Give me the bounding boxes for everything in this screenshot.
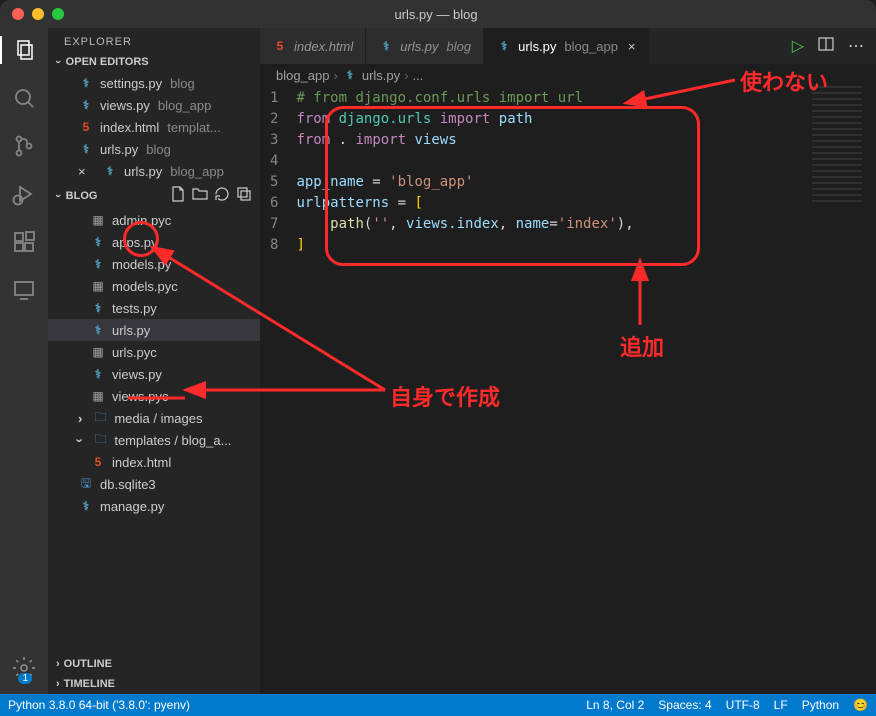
open-editors-header[interactable]: OPEN EDITORS — [48, 52, 260, 72]
tree-item[interactable]: ▦views.pyc — [48, 385, 260, 407]
status-encoding[interactable]: UTF-8 — [726, 698, 760, 712]
traffic-lights — [12, 8, 64, 20]
close-window-button[interactable] — [12, 8, 24, 20]
tree-item-active[interactable]: ⚕urls.py — [48, 319, 260, 341]
python-icon: ⚕ — [78, 75, 94, 91]
tabs: 5index.html ⚕urls.pyblog ⚕urls.pyblog_ap… — [260, 28, 876, 64]
breadcrumb-seg[interactable]: ... — [412, 68, 423, 83]
tab-urls-blog[interactable]: ⚕urls.pyblog — [366, 28, 484, 64]
python-icon: ⚕ — [496, 38, 512, 54]
sidebar-title: EXPLORER — [48, 28, 260, 52]
python-icon: ⚕ — [90, 256, 106, 272]
html-icon: 5 — [78, 119, 94, 135]
open-editors-list: ⚕settings.pyblog ⚕views.pyblog_app 5inde… — [48, 72, 260, 182]
settings-gear-icon[interactable]: 1 — [10, 654, 38, 682]
python-icon: ⚕ — [378, 38, 394, 54]
code-lines[interactable]: # from django.conf.urls import url from … — [296, 88, 876, 256]
sidebar: EXPLORER OPEN EDITORS ⚕settings.pyblog ⚕… — [48, 28, 260, 694]
split-editor-icon[interactable] — [818, 36, 834, 57]
new-folder-icon[interactable] — [192, 186, 208, 205]
tree-item[interactable]: 5index.html — [48, 451, 260, 473]
pyc-icon: ▦ — [90, 344, 106, 360]
run-icon[interactable]: ▷ — [792, 36, 804, 56]
python-icon: ⚕ — [78, 97, 94, 113]
line-numbers: 12345678 — [260, 88, 296, 256]
python-icon: ⚕ — [78, 141, 94, 157]
tree-item[interactable]: ⚕models.py — [48, 253, 260, 275]
python-icon: ⚕ — [90, 234, 106, 250]
folder-root-header[interactable]: BLOG — [48, 182, 260, 209]
more-actions-icon[interactable]: ⋯ — [848, 36, 864, 56]
open-editors-label: OPEN EDITORS — [66, 56, 149, 68]
source-control-icon[interactable] — [10, 132, 38, 160]
explorer-icon[interactable] — [0, 36, 48, 64]
collapse-all-icon[interactable] — [236, 186, 252, 205]
python-icon: ⚕ — [102, 163, 118, 179]
tab-urls-blog-app[interactable]: ⚕urls.pyblog_app× — [484, 28, 648, 64]
root-label: BLOG — [66, 190, 98, 202]
python-icon: ⚕ — [90, 322, 106, 338]
tab-index-html[interactable]: 5index.html — [260, 28, 366, 64]
html-icon: 5 — [272, 38, 288, 54]
status-interpreter[interactable]: Python 3.8.0 64-bit ('3.8.0': pyenv) — [8, 698, 190, 712]
breadcrumb-seg[interactable]: blog_app — [276, 68, 330, 83]
tree-item[interactable]: ▦models.pyc — [48, 275, 260, 297]
settings-badge: 1 — [18, 673, 32, 684]
breadcrumb[interactable]: blog_app› ⚕urls.py› ... — [260, 64, 876, 86]
refresh-icon[interactable] — [214, 186, 230, 205]
activity-bar: 1 — [0, 28, 48, 694]
folder-icon: 🗀 — [92, 410, 108, 426]
window-title: urls.py — blog — [64, 7, 808, 22]
open-editor-item[interactable]: 5index.htmltemplat... — [48, 116, 260, 138]
status-cursor-pos[interactable]: Ln 8, Col 2 — [586, 698, 644, 712]
editor-area: 5index.html ⚕urls.pyblog ⚕urls.pyblog_ap… — [260, 28, 876, 694]
python-icon: ⚕ — [78, 498, 94, 514]
open-editor-item[interactable]: ⚕views.pyblog_app — [48, 94, 260, 116]
tree-item[interactable]: ⚕manage.py — [48, 495, 260, 517]
pyc-icon: ▦ — [90, 388, 106, 404]
extensions-icon[interactable] — [10, 228, 38, 256]
maximize-window-button[interactable] — [52, 8, 64, 20]
minimap[interactable] — [812, 86, 862, 206]
close-icon[interactable]: × — [78, 164, 92, 179]
open-editor-item[interactable]: ⚕urls.pyblog — [48, 138, 260, 160]
status-feedback-icon[interactable]: 😊 — [853, 698, 868, 712]
outline-header[interactable]: OUTLINE — [48, 654, 260, 674]
html-icon: 5 — [90, 454, 106, 470]
breadcrumb-seg[interactable]: urls.py — [362, 68, 400, 83]
tree-item[interactable]: ▦admin.pyc — [48, 209, 260, 231]
close-icon[interactable]: × — [628, 39, 636, 54]
search-icon[interactable] — [10, 84, 38, 112]
new-file-icon[interactable] — [170, 186, 186, 205]
python-icon: ⚕ — [342, 67, 358, 83]
file-tree: ▦admin.pyc ⚕apps.py ⚕models.py ▦models.p… — [48, 209, 260, 654]
open-editor-item[interactable]: ×⚕urls.pyblog_app — [48, 160, 260, 182]
code-editor[interactable]: 12345678 # from django.conf.urls import … — [260, 86, 876, 256]
pyc-icon: ▦ — [90, 212, 106, 228]
pyc-icon: ▦ — [90, 278, 106, 294]
minimize-window-button[interactable] — [32, 8, 44, 20]
tree-item[interactable]: 🖫db.sqlite3 — [48, 473, 260, 495]
tree-folder[interactable]: 🗀templates / blog_a... — [48, 429, 260, 451]
status-bar: Python 3.8.0 64-bit ('3.8.0': pyenv) Ln … — [0, 694, 876, 716]
tree-item[interactable]: ⚕views.py — [48, 363, 260, 385]
tree-item[interactable]: ▦urls.pyc — [48, 341, 260, 363]
python-icon: ⚕ — [90, 366, 106, 382]
tree-item[interactable]: ⚕apps.py — [48, 231, 260, 253]
tree-folder[interactable]: 🗀media / images — [48, 407, 260, 429]
tree-item[interactable]: ⚕tests.py — [48, 297, 260, 319]
debug-icon[interactable] — [10, 180, 38, 208]
timeline-header[interactable]: TIMELINE — [48, 674, 260, 694]
remote-icon[interactable] — [10, 276, 38, 304]
python-icon: ⚕ — [90, 300, 106, 316]
folder-icon: 🗀 — [92, 432, 108, 448]
database-icon: 🖫 — [78, 476, 94, 492]
open-editor-item[interactable]: ⚕settings.pyblog — [48, 72, 260, 94]
status-eol[interactable]: LF — [774, 698, 788, 712]
titlebar: urls.py — blog — [0, 0, 876, 28]
status-spaces[interactable]: Spaces: 4 — [658, 698, 711, 712]
status-lang[interactable]: Python — [802, 698, 839, 712]
